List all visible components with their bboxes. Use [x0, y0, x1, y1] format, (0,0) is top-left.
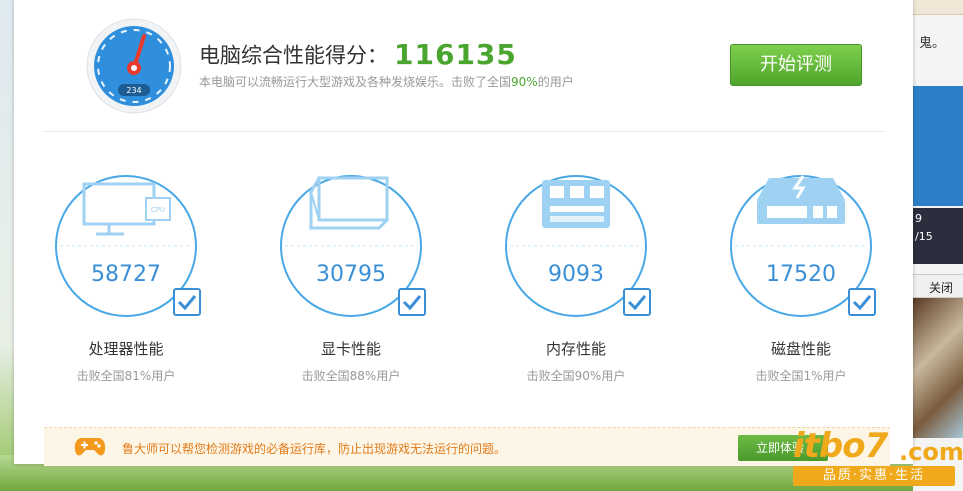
score-title-row: 电脑综合性能得分： 116135: [199, 38, 517, 72]
cpu-performance-card[interactable]: CPU 58727 处理器性能 击败全国81%用户: [33, 174, 223, 394]
overall-score: 116135: [394, 38, 517, 71]
memory-label: 内存性能: [545, 340, 606, 358]
score-description-percent: 90%: [511, 75, 538, 89]
cpu-score: 58727: [91, 262, 161, 287]
watermark-domain: .com: [899, 438, 963, 466]
watermark-logo: itbo7 .com 品质·实惠·生活: [793, 426, 963, 490]
disk-label: 磁盘性能: [770, 340, 831, 358]
cpu-rank: 击败全国81%用户: [76, 369, 176, 383]
background-blue-panel: [913, 86, 963, 206]
memory-performance-card[interactable]: 9093 内存性能 击败全国90%用户: [483, 174, 673, 394]
gpu-label: 显卡性能: [320, 340, 381, 358]
checkbox-checked-icon[interactable]: [623, 288, 651, 316]
background-close-bar[interactable]: 关闭: [913, 274, 963, 298]
checkbox-checked-icon[interactable]: [173, 288, 201, 316]
game-runtime-tip-bar: 鲁大师可以帮您检测游戏的必备运行库，防止出现游戏无法运行的问题。 立即体验: [44, 427, 890, 466]
disk-rank: 击败全国1%用户: [755, 369, 847, 383]
gpu-score: 30795: [316, 262, 386, 287]
tip-text: 鲁大师可以帮您检测游戏的必备运行库，防止出现游戏无法运行的问题。: [122, 442, 507, 456]
background-image: [913, 298, 963, 438]
watermark-slogan: 品质·实惠·生活: [793, 466, 955, 486]
start-benchmark-button[interactable]: 开始评测: [730, 44, 862, 86]
gamepad-icon: [74, 438, 106, 456]
background-tab-strip: [913, 0, 963, 15]
gpu-rank: 击败全国88%用户: [301, 369, 401, 383]
checkbox-checked-icon[interactable]: [398, 288, 426, 316]
disk-performance-card[interactable]: 17520 磁盘性能 击败全国1%用户: [708, 174, 898, 394]
background-thumb-date: 9: [915, 212, 922, 225]
gauge-readout: 234: [126, 86, 141, 95]
memory-score: 9093: [548, 262, 604, 287]
divider: [44, 131, 884, 132]
disk-score: 17520: [766, 262, 836, 287]
score-description: 本电脑可以流畅运行大型游戏及各种发烧娱乐。击败了全国90%的用户: [199, 73, 574, 90]
performance-score-panel: 234 电脑综合性能得分： 116135 本电脑可以流畅运行大型游戏及各种发烧娱乐…: [14, 0, 913, 466]
score-description-suffix: 的用户: [537, 75, 574, 89]
background-thumbnail: 9 /15: [913, 208, 963, 264]
score-description-prefix: 本电脑可以流畅运行大型游戏及各种发烧娱乐。击败了全国: [199, 75, 512, 89]
speedometer-icon: 234: [86, 18, 182, 114]
background-close-label[interactable]: 关闭: [929, 279, 953, 296]
gpu-performance-card[interactable]: 30795 显卡性能 击败全国88%用户: [258, 174, 448, 394]
score-label: 电脑综合性能得分：: [199, 43, 388, 68]
desktop-background-left: [0, 0, 14, 491]
checkbox-checked-icon[interactable]: [848, 288, 876, 316]
background-thumb-date: /15: [915, 230, 933, 243]
background-browser-window: 鬼。 9 /15 关闭: [913, 0, 963, 491]
cpu-chip-label: CPU: [151, 206, 165, 214]
cpu-label: 处理器性能: [88, 340, 164, 358]
watermark-brand: itbo7: [793, 426, 888, 466]
memory-rank: 击败全国90%用户: [526, 369, 626, 383]
background-text-fragment: 鬼。: [919, 36, 946, 51]
